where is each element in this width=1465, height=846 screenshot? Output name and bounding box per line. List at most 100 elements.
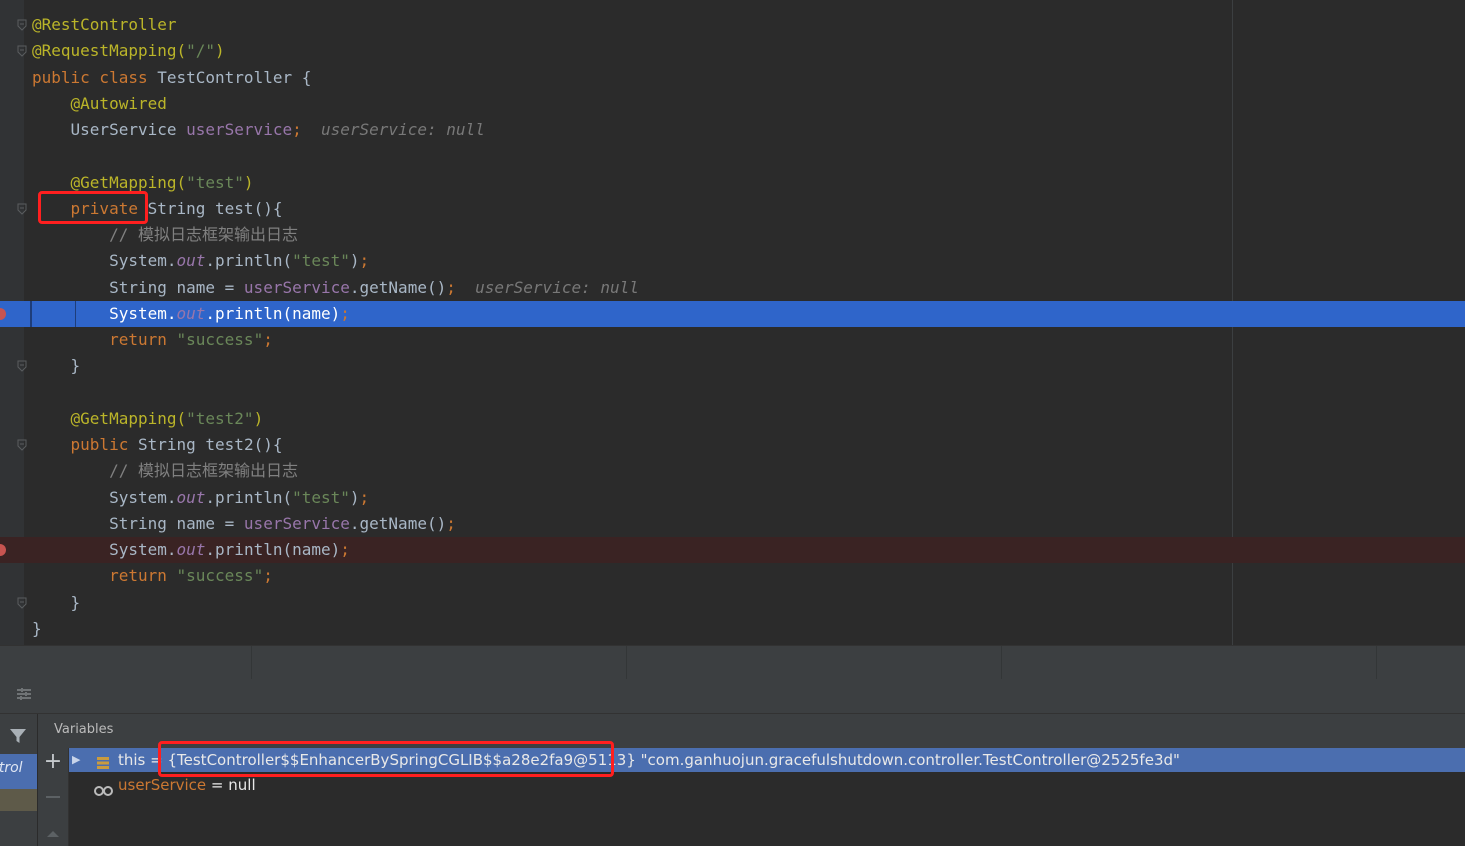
- editor-breadcrumb-strip: [0, 645, 1465, 680]
- code-line[interactable]: }: [0, 590, 1465, 616]
- code-line[interactable]: }: [0, 353, 1465, 379]
- code-token: }: [32, 618, 42, 638]
- code-line[interactable]: System.out.println("test");: [0, 485, 1465, 511]
- code-text: }: [32, 618, 42, 640]
- code-text: @Autowired: [32, 93, 167, 115]
- code-line[interactable]: UserService userService; userService: nu…: [0, 117, 1465, 143]
- code-token: ;: [263, 330, 273, 349]
- code-line[interactable]: @Autowired: [0, 91, 1465, 117]
- fold-icon[interactable]: [17, 360, 27, 372]
- code-line[interactable]: private String test(){: [0, 196, 1465, 222]
- code-line[interactable]: System.out.println("test");: [0, 248, 1465, 274]
- fold-icon[interactable]: [17, 19, 27, 31]
- code-token: "test2": [186, 408, 254, 428]
- code-text: }: [32, 592, 81, 614]
- code-text: System.out.println(name);: [32, 539, 350, 561]
- code-token: @RequestMapping(: [32, 41, 187, 61]
- code-token: ): [349, 251, 360, 271]
- code-token: ;: [446, 513, 456, 533]
- strip-divider: [626, 646, 627, 680]
- code-line[interactable]: public String test2(){: [0, 432, 1465, 458]
- code-token: (){: [253, 198, 283, 218]
- code-token: ;: [446, 277, 456, 297]
- breakpoint-icon[interactable]: [0, 307, 6, 320]
- strip-divider: [1376, 646, 1377, 680]
- code-text: public class TestController {: [32, 67, 311, 89]
- code-token: String name =: [32, 513, 244, 533]
- code-line[interactable]: [0, 143, 1465, 169]
- code-editor[interactable]: @RestController @RequestMapping("/") publi…: [0, 0, 1465, 645]
- layout-settings-icon[interactable]: [12, 685, 36, 707]
- fold-icon[interactable]: [17, 203, 27, 215]
- code-token: .println(name): [205, 303, 341, 323]
- add-watch-icon[interactable]: +: [42, 751, 64, 773]
- code-text: String name = userService.getName(); use…: [32, 277, 639, 299]
- execution-marker: [30, 300, 32, 327]
- code-token: ;: [292, 120, 302, 139]
- code-line[interactable]: System.out.println(name);: [0, 537, 1465, 563]
- code-text: System.out.println(name);: [32, 303, 350, 325]
- frame-item-label: ntrol: [0, 760, 23, 776]
- code-token: .println(: [205, 251, 293, 271]
- code-text: return "success";: [32, 565, 273, 587]
- code-token: .println(: [205, 487, 293, 507]
- code-text: // 模拟日志框架输出日志: [32, 460, 298, 482]
- variable-name: this: [118, 751, 146, 769]
- fold-icon[interactable]: [17, 45, 27, 57]
- code-text: @RestController: [32, 14, 177, 36]
- code-token: UserService: [32, 120, 187, 139]
- code-text: return "success";: [32, 329, 273, 351]
- code-token: test2: [205, 435, 254, 454]
- code-token: String: [137, 435, 206, 454]
- code-text: // 模拟日志框架输出日志: [32, 224, 298, 246]
- code-line[interactable]: [0, 380, 1465, 406]
- fold-icon[interactable]: [17, 597, 27, 609]
- code-line[interactable]: String name = userService.getName(); use…: [0, 275, 1465, 301]
- code-text: System.out.println("test");: [32, 250, 369, 272]
- breakpoint-icon[interactable]: [0, 544, 6, 556]
- highlight-box-private: [38, 191, 148, 224]
- code-line[interactable]: // 模拟日志框架输出日志: [0, 222, 1465, 248]
- code-token: // 模拟日志框架输出日志: [32, 225, 298, 244]
- code-token: "/": [186, 41, 216, 61]
- code-line[interactable]: @GetMapping("test2"): [0, 406, 1465, 432]
- code-token: .getName(): [349, 513, 447, 533]
- indent-guide: [75, 300, 76, 327]
- variable-value: null: [228, 776, 256, 794]
- code-token: }: [32, 592, 81, 612]
- code-token: ;: [340, 540, 350, 559]
- remove-watch-icon[interactable]: [42, 783, 64, 798]
- code-token: return: [109, 566, 177, 586]
- code-token: test: [215, 198, 254, 218]
- code-token: ;: [359, 251, 370, 271]
- code-line[interactable]: return "success";: [0, 563, 1465, 589]
- code-token: ): [349, 487, 360, 507]
- expand-arrow-icon[interactable]: ▶: [72, 748, 80, 772]
- code-token: ;: [340, 303, 350, 323]
- code-token: // 模拟日志框架输出日志: [32, 461, 298, 481]
- code-token: userService: null: [301, 120, 485, 139]
- frame-item[interactable]: [0, 789, 37, 811]
- fold-icon[interactable]: [17, 439, 27, 451]
- code-token: ): [243, 172, 254, 192]
- code-token: {: [301, 67, 312, 87]
- filter-icon[interactable]: [7, 726, 29, 748]
- code-token: out: [176, 540, 206, 559]
- code-line[interactable]: String name = userService.getName();: [0, 511, 1465, 537]
- code-token: "test": [186, 172, 244, 192]
- code-token: System.: [32, 251, 177, 271]
- code-line[interactable]: }: [0, 616, 1465, 642]
- code-line[interactable]: @GetMapping("test"): [0, 170, 1465, 196]
- code-text: @GetMapping("test2"): [32, 408, 264, 430]
- code-token: ): [215, 41, 225, 61]
- code-line[interactable]: System.out.println(name);: [0, 300, 1465, 327]
- code-token: "success": [176, 566, 264, 586]
- code-line[interactable]: @RequestMapping("/"): [0, 38, 1465, 64]
- code-line[interactable]: // 模拟日志框架输出日志: [0, 458, 1465, 484]
- move-up-icon[interactable]: [42, 822, 64, 837]
- code-line[interactable]: return "success";: [0, 327, 1465, 353]
- code-line[interactable]: public class TestController {: [0, 65, 1465, 91]
- code-line[interactable]: @RestController: [0, 12, 1465, 38]
